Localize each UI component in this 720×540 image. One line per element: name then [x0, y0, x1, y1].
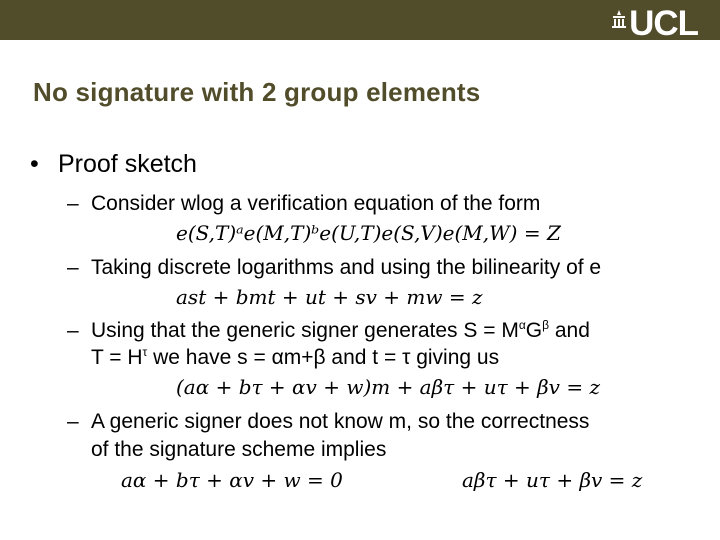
item-2-text: Taking discrete logarithms and using the… [91, 256, 602, 279]
item-1-equation: e(S,T)ᵃe(M,T)ᵇe(U,T)e(S,V)e(M,W) = Z [176, 221, 561, 245]
text-part: we have s = αm+β and t = τ giving us [147, 346, 500, 369]
bullet-symbol: • [30, 150, 39, 178]
item-4-text-line1: A generic signer does not know m, so the… [91, 410, 590, 433]
item-4-equation-left: aα + bτ + αv + w = 0 [121, 468, 343, 492]
superscript-beta: β [542, 318, 550, 332]
dash-1: – [67, 192, 79, 215]
item-4-text-line2: of the signature scheme implies [91, 438, 387, 461]
item-4-equation-right: aβτ + uτ + βv = z [462, 468, 643, 492]
item-3-text-line1: Using that the generic signer generates … [91, 319, 590, 343]
text-part: G [525, 319, 543, 342]
bullet-proof-sketch: • Proof sketch [30, 150, 197, 179]
item-2-equation: ast + bmt + ut + sv + mw = z [176, 285, 483, 309]
text-part: T = H [91, 346, 143, 369]
item-3-equation: (aα + bτ + αv + w)m + aβτ + uτ + βv = z [176, 375, 600, 399]
superscript-alpha: α [518, 318, 526, 332]
bullet-label: Proof sketch [58, 150, 197, 178]
slide-body: • Proof sketch – Consider wlog a verifica… [0, 0, 720, 540]
dash-4: – [67, 410, 79, 433]
item-3-text-line2: T = Hτ we have s = αm+β and t = τ giving… [91, 346, 499, 370]
text-part: and [549, 319, 590, 342]
item-1-text: Consider wlog a verification equation of… [91, 192, 541, 215]
dash-2: – [67, 256, 79, 279]
text-part: Using that the generic signer generates … [91, 319, 519, 342]
dash-3: – [67, 319, 79, 342]
